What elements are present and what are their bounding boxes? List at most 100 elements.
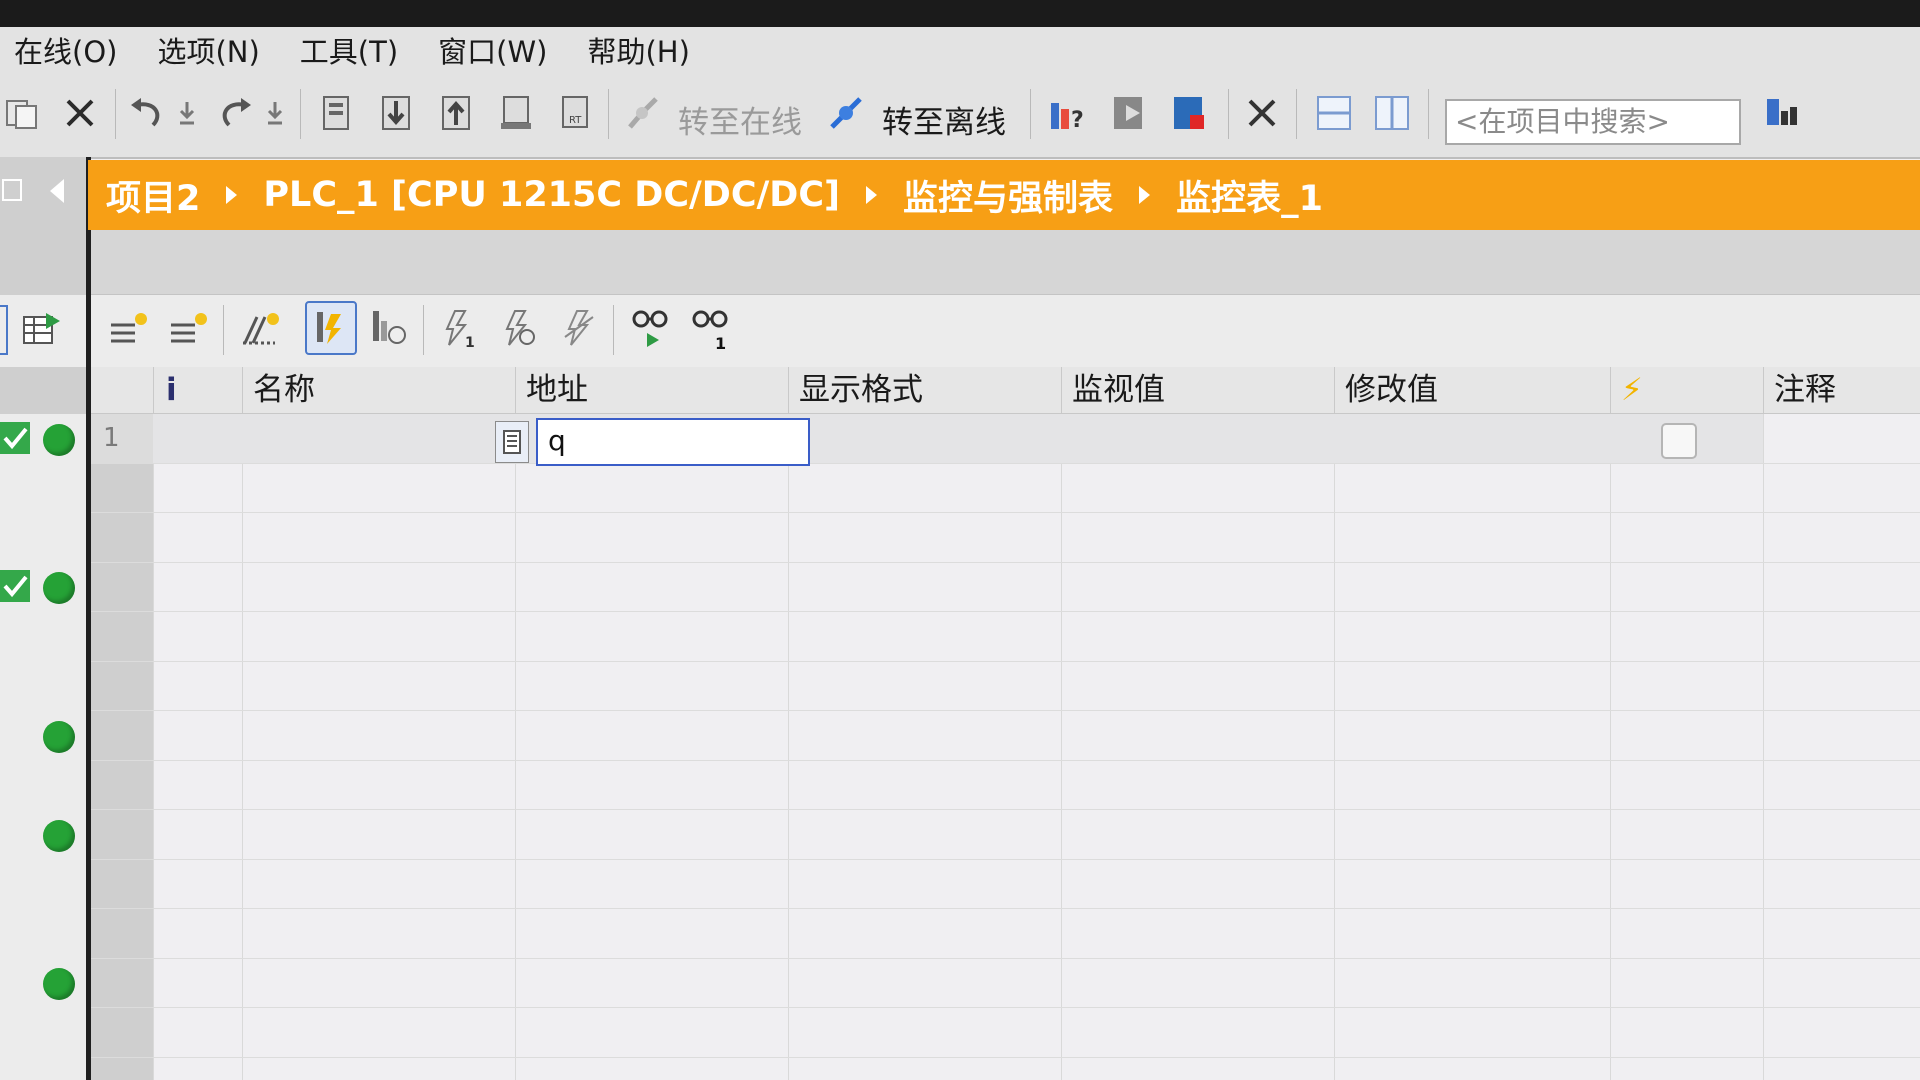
- grid-line: [91, 958, 1920, 959]
- name-column-header[interactable]: 名称: [242, 367, 515, 413]
- go-online-button[interactable]: 转至在线: [678, 97, 802, 142]
- breadcrumb-watch-table[interactable]: 监控表_1: [1176, 170, 1323, 221]
- status-ok-icon: [43, 721, 75, 753]
- cross-reference-icon[interactable]: [1240, 91, 1284, 135]
- stop-cpu-icon[interactable]: [1168, 91, 1212, 135]
- monitor-with-trigger-icon[interactable]: [367, 307, 411, 351]
- redo-dropdown-icon[interactable]: [263, 91, 287, 135]
- status-row: [0, 711, 86, 760]
- monitor-once-icon[interactable]: 1: [689, 307, 735, 351]
- compile-icon[interactable]: [316, 91, 356, 135]
- go-online-icon[interactable]: [620, 91, 664, 135]
- toolbar-separator: [613, 305, 614, 355]
- tag-picker-button[interactable]: [495, 421, 529, 463]
- breadcrumb-separator-icon: [866, 186, 878, 204]
- start-simulation-icon[interactable]: [496, 91, 536, 135]
- toolbar-separator: [608, 89, 609, 139]
- monitor-value-column-header[interactable]: 监视值: [1061, 367, 1334, 413]
- table-refresh-icon[interactable]: [20, 307, 64, 351]
- breadcrumb-project[interactable]: 项目2: [106, 170, 200, 221]
- project-search-input[interactable]: <在项目中搜索>: [1445, 99, 1741, 145]
- modify-with-trigger-icon[interactable]: [497, 307, 541, 351]
- toolbar-separator: [1296, 89, 1297, 139]
- info-column-header[interactable]: i: [153, 367, 242, 413]
- table-header: i 名称 地址 显示格式 监视值 修改值 ⚡ 注释: [91, 367, 1920, 414]
- svg-text:1: 1: [715, 334, 726, 351]
- enable-peripheral-outputs-icon[interactable]: [557, 307, 601, 351]
- panel-layout-icon[interactable]: [2, 179, 22, 201]
- redo-icon[interactable]: [214, 91, 256, 135]
- grid-line: [788, 414, 789, 1080]
- grid-line: [91, 661, 1920, 662]
- status-column: [0, 414, 86, 1080]
- svg-text:?: ?: [1071, 108, 1084, 133]
- grid-line: [91, 611, 1920, 612]
- breadcrumb-watch-force-tables[interactable]: 监控与强制表: [903, 170, 1113, 221]
- menu-options[interactable]: 选项(N): [157, 29, 259, 71]
- show-force-columns-icon[interactable]: [305, 301, 357, 355]
- status-row: [0, 562, 86, 611]
- status-ok-icon: [43, 424, 75, 456]
- force-column-header[interactable]: ⚡: [1610, 367, 1763, 413]
- delete-icon[interactable]: [60, 91, 100, 135]
- grid-line: [91, 512, 1920, 513]
- split-horizontal-icon[interactable]: [1312, 91, 1356, 135]
- menu-online[interactable]: 在线(O): [14, 29, 117, 71]
- window-top-strip: [0, 0, 1920, 27]
- go-offline-button[interactable]: 转至离线: [882, 97, 1006, 142]
- table-row[interactable]: [153, 414, 1610, 463]
- copy-icon[interactable]: [2, 91, 42, 135]
- left-tools-area: [0, 295, 86, 367]
- editor-subheader: [91, 230, 1920, 295]
- grid-line: [1610, 414, 1611, 1080]
- modify-value-column-header[interactable]: 修改值: [1334, 367, 1610, 413]
- toolbar-separator: [115, 89, 116, 139]
- search-in-project-icon[interactable]: [1760, 91, 1806, 135]
- row-number-column: [91, 414, 153, 1080]
- upload-from-device-icon[interactable]: [436, 91, 476, 135]
- menu-tools[interactable]: 工具(T): [300, 29, 398, 71]
- breadcrumb-plc[interactable]: PLC_1 [CPU 1215C DC/DC/DC]: [263, 175, 840, 215]
- address-column-header[interactable]: 地址: [515, 367, 788, 413]
- insert-forced-row-icon[interactable]: [239, 307, 283, 351]
- status-row: [0, 958, 86, 1007]
- svg-text:1: 1: [465, 335, 475, 351]
- force-checkbox[interactable]: [1661, 423, 1697, 459]
- undo-icon[interactable]: [126, 91, 168, 135]
- modify-now-icon[interactable]: 1: [437, 307, 481, 351]
- menu-window[interactable]: 窗口(W): [438, 29, 547, 71]
- main-toolbar: RT 转至在线 转至离线 ? <在项目中搜索>: [0, 73, 1920, 159]
- address-input[interactable]: q: [536, 418, 810, 466]
- comment-column-header[interactable]: 注释: [1763, 367, 1920, 413]
- status-ok-icon: [43, 572, 75, 604]
- insert-row-icon[interactable]: [107, 307, 151, 351]
- collapse-left-icon[interactable]: [50, 179, 64, 203]
- watch-table-toolbar: 1 1: [91, 295, 1920, 368]
- toolbar-separator: [1428, 89, 1429, 139]
- grid-line: [1061, 414, 1062, 1080]
- go-offline-icon[interactable]: [824, 91, 868, 135]
- panel-edge: [0, 305, 8, 355]
- split-vertical-icon[interactable]: [1370, 91, 1414, 135]
- watch-table-grid: 1: [91, 414, 1920, 1080]
- accessible-devices-icon[interactable]: ?: [1046, 91, 1092, 135]
- grid-line: [1334, 414, 1335, 1080]
- download-to-device-icon[interactable]: [376, 91, 416, 135]
- grid-line: [91, 809, 1920, 810]
- grid-line: [91, 859, 1920, 860]
- menu-bar: 在线(O) 选项(N) 工具(T) 窗口(W) 帮助(H): [0, 27, 1920, 73]
- add-row-icon[interactable]: [167, 307, 211, 351]
- start-cpu-icon[interactable]: [1108, 91, 1152, 135]
- grid-line: [153, 414, 154, 1080]
- grid-line: [91, 1057, 1920, 1058]
- row-number: 1: [91, 414, 153, 463]
- menu-help[interactable]: 帮助(H): [587, 29, 689, 71]
- undo-dropdown-icon[interactable]: [175, 91, 199, 135]
- toolbar-separator: [1228, 89, 1229, 139]
- runtime-icon[interactable]: RT: [555, 91, 595, 135]
- monitor-all-icon[interactable]: [629, 307, 675, 351]
- grid-line: [91, 760, 1920, 761]
- breadcrumb: 项目2 PLC_1 [CPU 1215C DC/DC/DC] 监控与强制表 监控…: [88, 160, 1920, 230]
- svg-text:RT: RT: [569, 115, 582, 126]
- display-format-column-header[interactable]: 显示格式: [788, 367, 1061, 413]
